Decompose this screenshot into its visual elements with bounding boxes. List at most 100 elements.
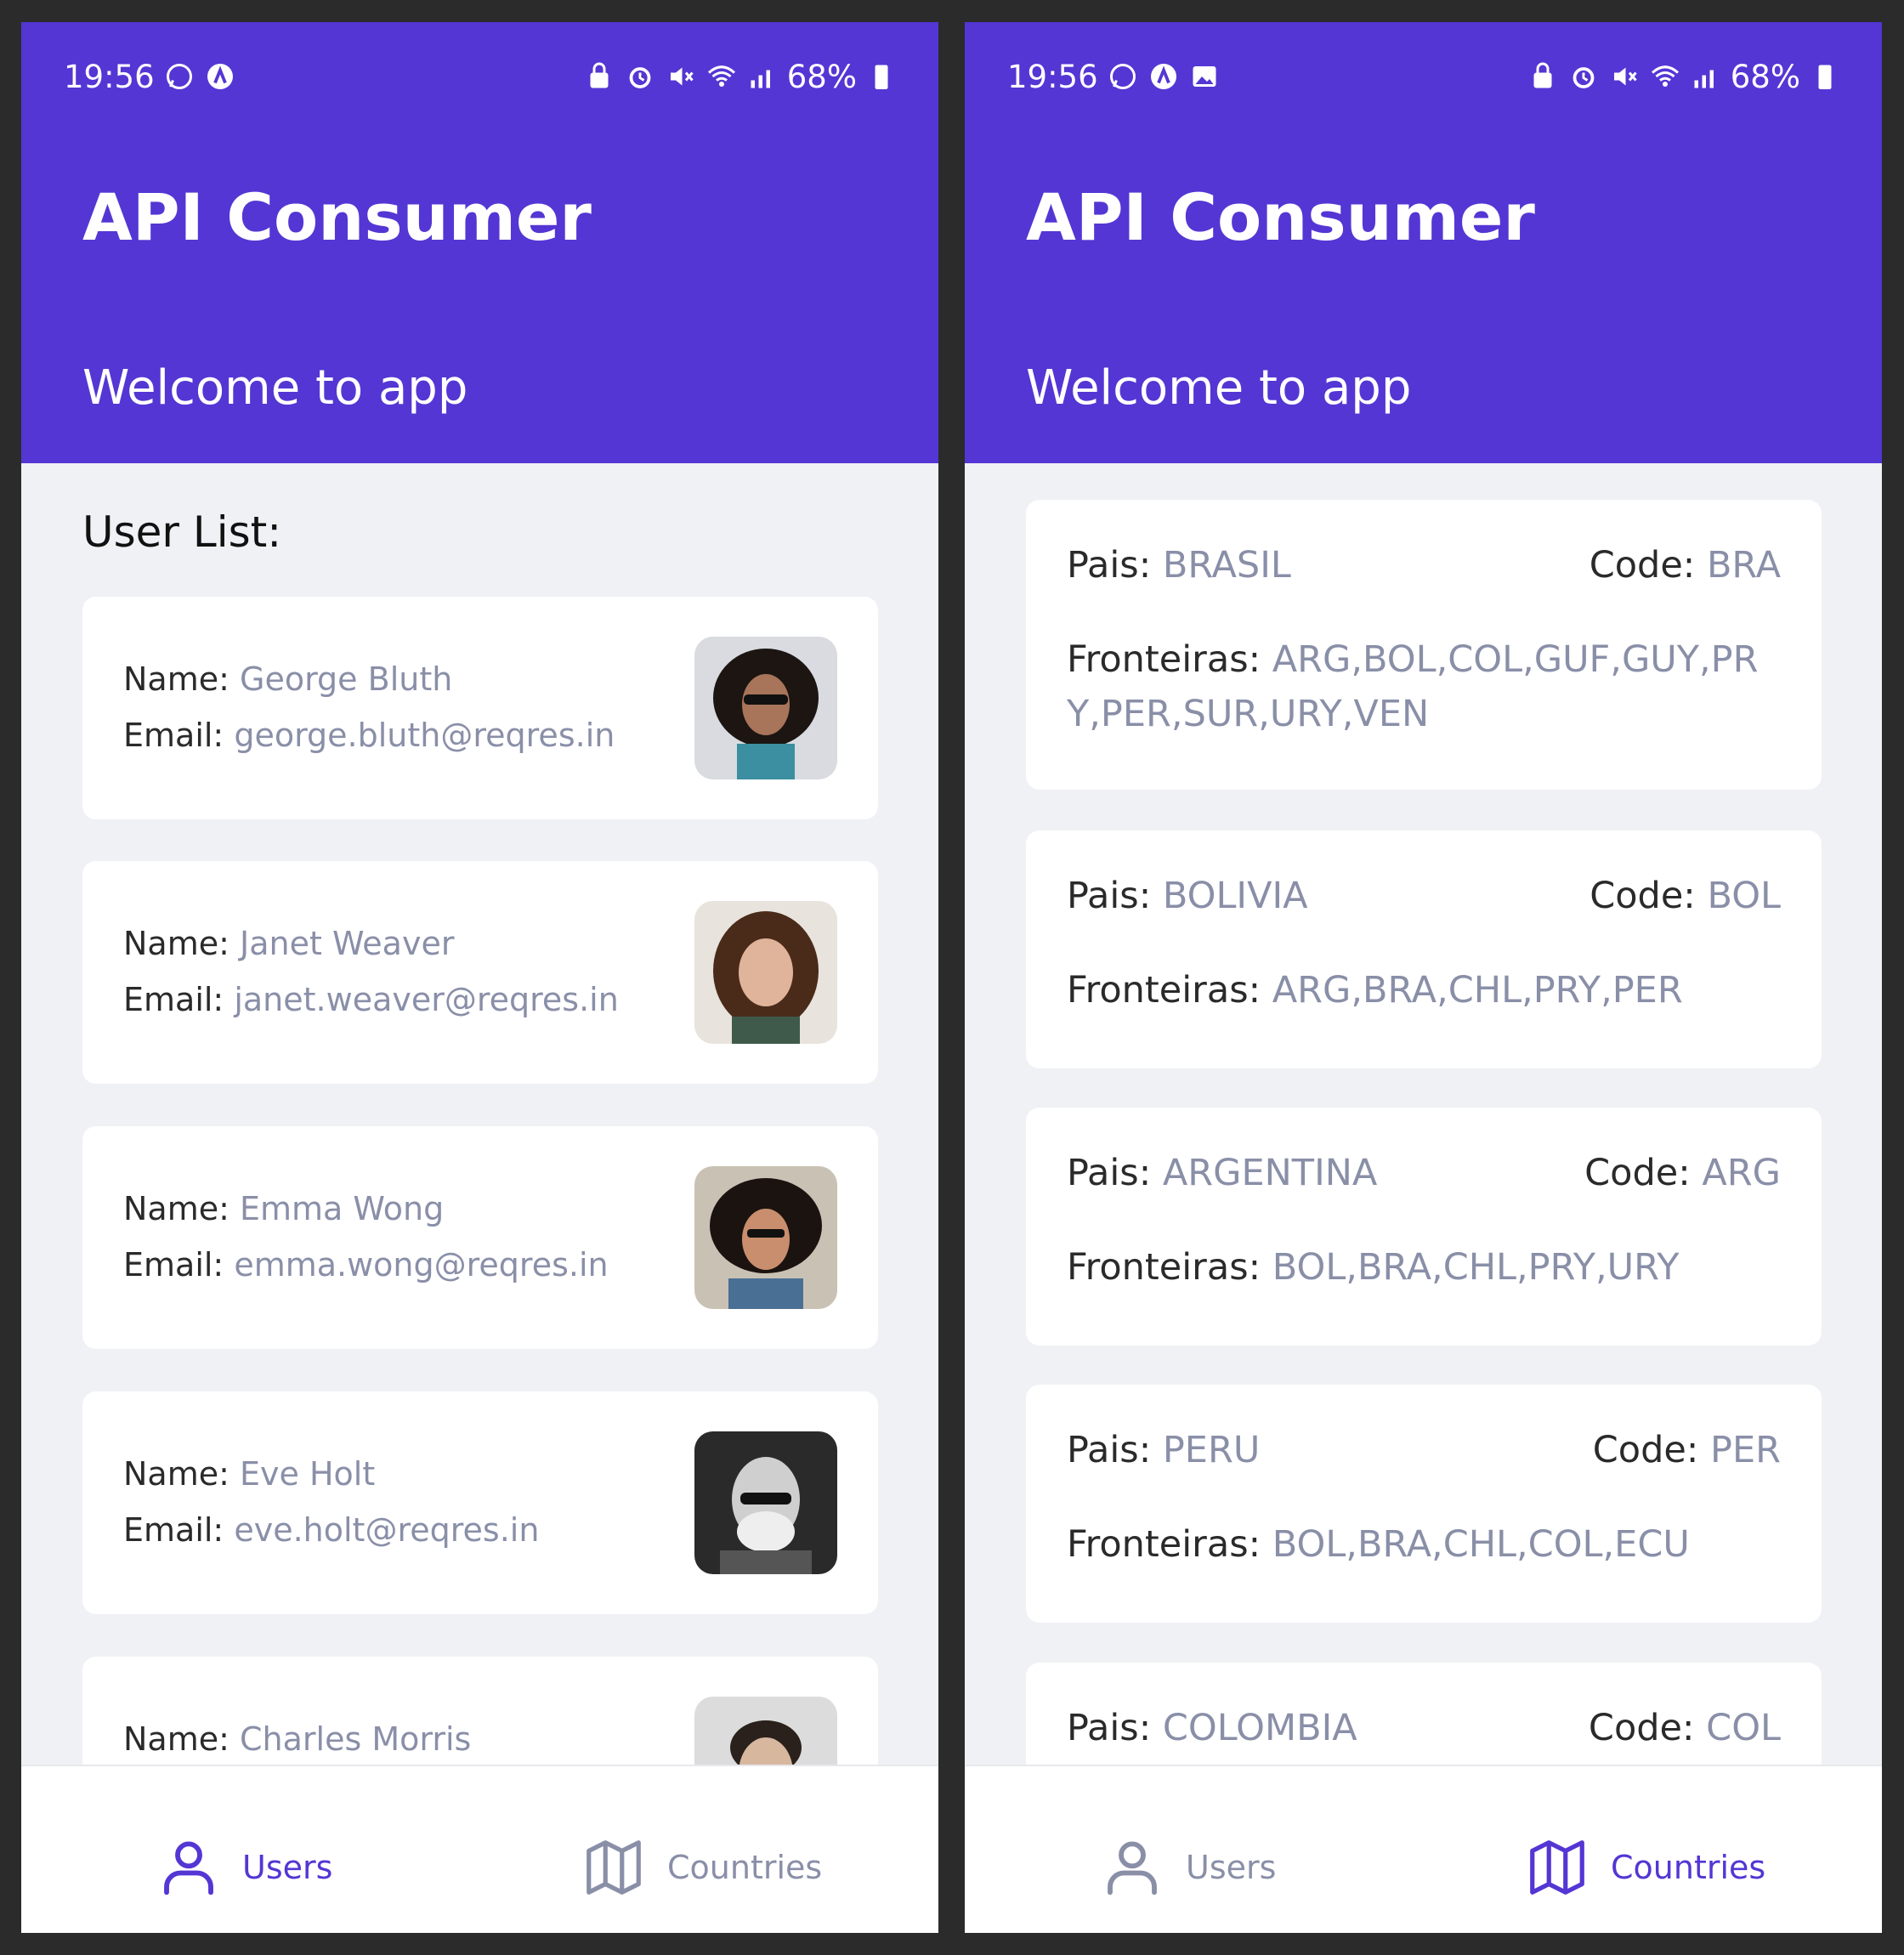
fronteiras-label: Fronteiras: xyxy=(1067,638,1261,681)
user-name: George Bluth xyxy=(240,660,453,698)
user-icon xyxy=(1108,1841,1157,1896)
battery-percent: 68% xyxy=(786,58,857,95)
app-header: 19:56 68% API Consumer Welcome to app xyxy=(965,22,1882,463)
whatsapp-icon xyxy=(163,60,196,93)
pais-label: Pais: xyxy=(1067,1707,1152,1749)
pais-label: Pais: xyxy=(1067,875,1152,917)
battery-icon xyxy=(1809,60,1841,93)
countries-screen: 19:56 68% API Consumer Welcome to app Pa… xyxy=(965,22,1882,1933)
user-email: eve.holt@reqres.in xyxy=(234,1511,540,1549)
country-code: BRA xyxy=(1706,544,1781,586)
nav-countries-label: Countries xyxy=(667,1849,823,1886)
user-email: janet.weaver@reqres.in xyxy=(234,981,619,1018)
nav-countries-tab[interactable]: Countries xyxy=(581,1834,822,1901)
country-list[interactable]: Pais: BRASIL Code: BRA Fronteiras: ARG,B… xyxy=(965,463,1882,1765)
country-card[interactable]: Pais: COLOMBIA Code: COL xyxy=(1026,1663,1822,1765)
code-label: Code: xyxy=(1589,544,1696,586)
pais-label: Pais: xyxy=(1067,1429,1152,1471)
user-email: george.bluth@reqres.in xyxy=(234,717,615,754)
app-notification-icon xyxy=(1148,60,1180,93)
user-card[interactable]: Name: Charles Morris Email: xyxy=(82,1657,878,1765)
battery-icon xyxy=(865,60,898,93)
country-borders: ARG,BRA,CHL,PRY,PER xyxy=(1272,969,1683,1012)
country-code: ARG xyxy=(1702,1152,1781,1194)
nav-countries-tab[interactable]: Countries xyxy=(1524,1834,1765,1901)
country-code: PER xyxy=(1710,1429,1781,1471)
email-label: Email: xyxy=(123,1511,224,1549)
alarm-icon xyxy=(1567,60,1600,93)
country-name: COLOMBIA xyxy=(1162,1707,1357,1749)
wifi-icon xyxy=(706,60,738,93)
nav-users-tab[interactable]: Users xyxy=(1099,1834,1276,1901)
pais-label: Pais: xyxy=(1067,1152,1152,1194)
user-name: Janet Weaver xyxy=(240,925,455,962)
app-notification-icon xyxy=(204,60,236,93)
lock-icon xyxy=(583,60,615,93)
nav-countries-label: Countries xyxy=(1611,1849,1766,1886)
country-card[interactable]: Pais: PERU Code: PER Fronteiras: BOL,BRA… xyxy=(1026,1385,1822,1623)
nav-users-tab[interactable]: Users xyxy=(156,1834,332,1901)
fronteiras-label: Fronteiras: xyxy=(1067,1523,1261,1566)
signal-icon xyxy=(746,60,779,93)
wifi-icon xyxy=(1649,60,1681,93)
battery-percent: 68% xyxy=(1730,58,1800,95)
country-name: BRASIL xyxy=(1162,544,1291,586)
email-label: Email: xyxy=(123,981,224,1018)
bottom-navigation: Users Countries xyxy=(965,1765,1882,1933)
welcome-text: Welcome to app xyxy=(82,360,468,416)
user-card[interactable]: Name: Emma Wong Email: emma.wong@reqres.… xyxy=(82,1126,878,1349)
whatsapp-icon xyxy=(1107,60,1139,93)
fronteiras-label: Fronteiras: xyxy=(1067,1246,1261,1289)
avatar xyxy=(694,1697,837,1765)
name-label: Name: xyxy=(123,1455,230,1493)
app-title: API Consumer xyxy=(1026,179,1535,255)
user-card[interactable]: Name: Eve Holt Email: eve.holt@reqres.in xyxy=(82,1391,878,1614)
name-label: Name: xyxy=(123,660,230,698)
code-label: Code: xyxy=(1584,1152,1691,1194)
email-label: Email: xyxy=(123,1246,224,1284)
map-icon xyxy=(1530,1840,1584,1895)
country-code: BOL xyxy=(1707,875,1781,917)
section-title: User List: xyxy=(82,507,282,557)
avatar xyxy=(694,637,837,779)
country-name: ARGENTINA xyxy=(1162,1152,1378,1194)
status-bar: 19:56 68% xyxy=(64,51,898,102)
user-list[interactable]: User List: Name: George Bluth Email: geo… xyxy=(21,463,938,1765)
app-title: API Consumer xyxy=(82,179,592,255)
code-label: Code: xyxy=(1592,1429,1699,1471)
avatar xyxy=(694,1431,837,1574)
bottom-navigation: Users Countries xyxy=(21,1765,938,1933)
country-name: BOLIVIA xyxy=(1162,875,1308,917)
avatar xyxy=(694,901,837,1044)
user-card[interactable]: Name: Janet Weaver Email: janet.weaver@r… xyxy=(82,861,878,1084)
signal-icon xyxy=(1690,60,1722,93)
user-email: emma.wong@reqres.in xyxy=(234,1246,609,1284)
alarm-icon xyxy=(624,60,656,93)
code-label: Code: xyxy=(1590,875,1696,917)
code-label: Code: xyxy=(1588,1707,1695,1749)
user-card[interactable]: Name: George Bluth Email: george.bluth@r… xyxy=(82,597,878,819)
avatar xyxy=(694,1166,837,1309)
country-card[interactable]: Pais: BOLIVIA Code: BOL Fronteiras: ARG,… xyxy=(1026,830,1822,1068)
fronteiras-label: Fronteiras: xyxy=(1067,969,1261,1012)
country-card[interactable]: Pais: ARGENTINA Code: ARG Fronteiras: BO… xyxy=(1026,1108,1822,1346)
country-borders: BOL,BRA,CHL,COL,ECU xyxy=(1272,1523,1690,1566)
nav-users-label: Users xyxy=(1186,1849,1277,1886)
users-screen: 19:56 68% API Consumer Welcome to app Us… xyxy=(21,22,938,1933)
user-name: Emma Wong xyxy=(240,1190,445,1227)
welcome-text: Welcome to app xyxy=(1026,360,1412,416)
name-label: Name: xyxy=(123,1190,230,1227)
status-time: 19:56 xyxy=(64,58,155,95)
nav-users-label: Users xyxy=(242,1849,333,1886)
lock-icon xyxy=(1527,60,1559,93)
country-name: PERU xyxy=(1162,1429,1261,1471)
status-bar: 19:56 68% xyxy=(1007,51,1841,102)
name-label: Name: xyxy=(123,925,230,962)
country-card[interactable]: Pais: BRASIL Code: BRA Fronteiras: ARG,B… xyxy=(1026,500,1822,790)
country-code: COL xyxy=(1706,1707,1781,1749)
map-icon xyxy=(586,1840,641,1895)
pais-label: Pais: xyxy=(1067,544,1152,586)
image-icon xyxy=(1188,60,1221,93)
mute-icon xyxy=(1608,60,1640,93)
user-icon xyxy=(164,1841,213,1896)
